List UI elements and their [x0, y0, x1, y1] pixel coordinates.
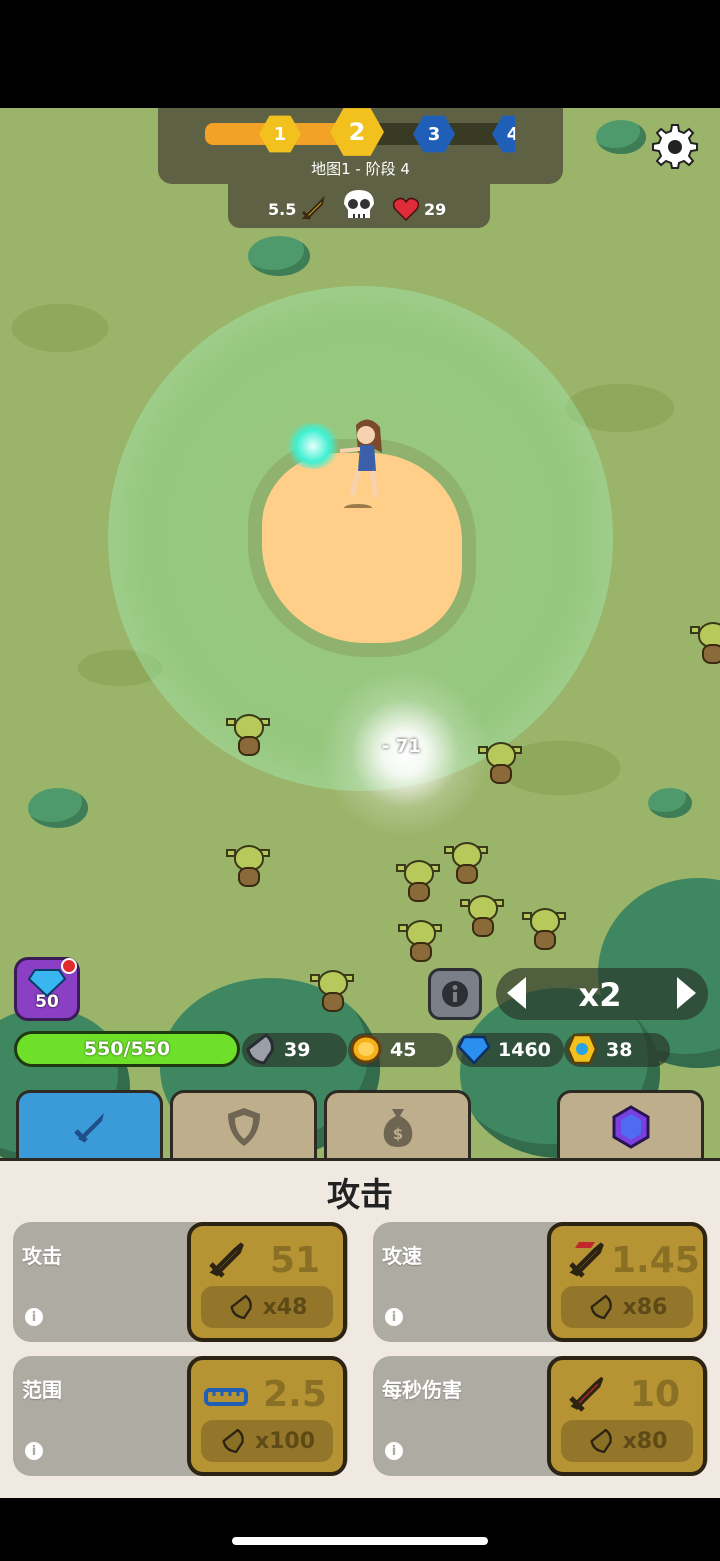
stone-count: 39 — [284, 1039, 311, 1061]
settings-gear-icon[interactable] — [652, 123, 698, 169]
info-icon[interactable]: i — [25, 1442, 43, 1460]
card-label: 范围 — [22, 1378, 62, 1402]
gold-resource: 45 — [348, 1033, 453, 1067]
info-icon[interactable]: i — [385, 1308, 403, 1326]
money-bag-icon: $ — [383, 1108, 412, 1147]
upgrade-card-attack: 攻击 i 51 x48 — [13, 1222, 348, 1342]
card-label: 每秒伤害 — [382, 1378, 462, 1402]
tab-economy[interactable]: $ — [324, 1090, 471, 1160]
upgrade-cost: x100 — [201, 1420, 333, 1462]
skull-icon — [344, 190, 374, 218]
cost-value: x48 — [262, 1294, 308, 1320]
attack-power-stat: 5.5 — [268, 196, 326, 222]
card-label: 攻速 — [382, 1244, 422, 1268]
lives-stat: 29 — [392, 196, 446, 222]
upgrade-card-attack-speed: 攻速 i 1.45 x86 — [373, 1222, 708, 1342]
gold-sword-icon — [301, 196, 325, 221]
upgrade-card-range: 范围 i 2.5 x100 — [13, 1356, 348, 1476]
token-coin-icon — [566, 1033, 598, 1065]
stone-icon — [589, 1294, 612, 1320]
ruler-icon — [204, 1388, 248, 1406]
upgrade-card-dps: 每秒伤害 i 10 x80 — [373, 1356, 708, 1476]
stone-icon — [229, 1294, 252, 1320]
stage-label: 地图1 - 阶段 4 — [311, 160, 410, 178]
heart-icon — [392, 197, 420, 222]
upgrade-value: 10 — [629, 1374, 681, 1415]
goblin-enemy — [396, 858, 440, 906]
stone-icon — [589, 1428, 612, 1454]
magic-orb — [285, 423, 341, 469]
speed-left-arrow[interactable] — [507, 977, 526, 1009]
bush — [28, 788, 88, 828]
goblin-enemy — [398, 918, 442, 966]
goblin-enemy — [690, 620, 720, 668]
blue-gem-icon — [27, 969, 67, 998]
gold-coin-icon — [350, 1034, 382, 1064]
fast-sword-icon — [569, 1242, 604, 1278]
sword-icon — [209, 1242, 244, 1278]
hp-text: 550/550 — [83, 1038, 171, 1060]
goblin-enemy — [226, 843, 270, 891]
attack-power-value: 5.5 — [268, 199, 297, 219]
bush — [596, 120, 646, 154]
upgrade-value: 2.5 — [263, 1374, 327, 1415]
navigation-bar-area — [0, 1498, 720, 1561]
coin-count: 38 — [606, 1039, 633, 1061]
card-label: 攻击 — [22, 1244, 62, 1268]
upgrade-cost: x86 — [561, 1286, 693, 1328]
cost-value: x100 — [254, 1428, 316, 1454]
home-indicator[interactable] — [232, 1537, 488, 1545]
info-icon[interactable]: i — [385, 1442, 403, 1460]
upgrade-value: 1.45 — [611, 1240, 700, 1281]
tab-attack[interactable] — [16, 1090, 163, 1160]
tab-gems[interactable] — [557, 1090, 704, 1160]
goblin-enemy — [310, 968, 354, 1016]
goblin-enemy — [478, 740, 522, 788]
info-icon[interactable]: i — [25, 1308, 43, 1326]
notification-dot — [61, 958, 77, 974]
cost-value: x86 — [622, 1294, 668, 1320]
lives-value: 29 — [424, 199, 447, 219]
info-button[interactable] — [428, 968, 482, 1020]
red-sword-icon — [569, 1376, 604, 1412]
tab-defense[interactable] — [170, 1090, 317, 1160]
panel-title: 攻击 — [327, 1175, 393, 1214]
stone-icon — [246, 1033, 274, 1065]
upgrade-attack-button[interactable]: 51 x48 — [187, 1222, 347, 1342]
damage-popup: - 71 — [382, 736, 421, 757]
diamond-count: 1460 — [498, 1039, 551, 1061]
bush — [648, 788, 692, 818]
svg-text:$: $ — [392, 1125, 402, 1143]
speed-label: x2 — [578, 976, 622, 1014]
upgrade-attack-speed-button[interactable]: 1.45 x86 — [547, 1222, 707, 1342]
speed-right-arrow[interactable] — [677, 977, 696, 1009]
purple-gem-icon — [612, 1104, 649, 1149]
stone-resource: 39 — [242, 1033, 347, 1067]
upgrade-cost: x48 — [201, 1286, 333, 1328]
goblin-enemy — [444, 840, 488, 888]
diamond-resource: 1460 — [456, 1033, 564, 1067]
hp-bar: 550/550 — [14, 1031, 240, 1067]
coin-resource: 38 — [564, 1033, 670, 1067]
status-bar-area — [0, 0, 720, 108]
sword-icon — [73, 1112, 104, 1143]
info-icon — [442, 981, 468, 1007]
shield-icon — [227, 1107, 260, 1146]
bush — [248, 236, 310, 276]
stone-icon — [222, 1428, 244, 1454]
hero-character — [339, 419, 382, 508]
upgrade-range-button[interactable]: 2.5 x100 — [187, 1356, 347, 1476]
goblin-enemy — [226, 712, 270, 760]
gold-count: 45 — [390, 1039, 417, 1061]
goblin-enemy — [522, 906, 566, 954]
cost-value: x80 — [622, 1428, 668, 1454]
diamond-icon — [457, 1035, 491, 1065]
upgrade-cost: x80 — [561, 1420, 693, 1462]
goblin-enemy — [460, 893, 504, 941]
upgrade-dps-button[interactable]: 10 x80 — [547, 1356, 707, 1476]
upgrade-value: 51 — [269, 1240, 321, 1281]
